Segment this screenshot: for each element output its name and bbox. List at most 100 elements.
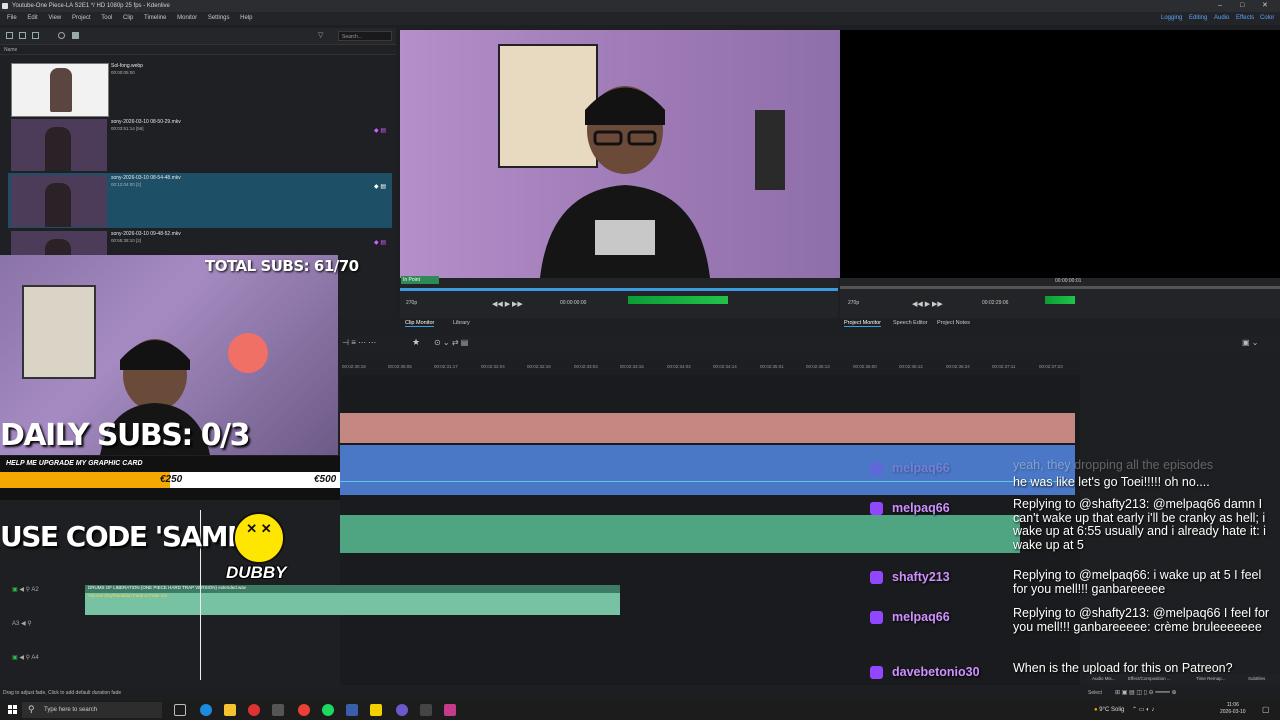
workspace-audio[interactable]: Audio	[1214, 12, 1229, 25]
audio-clip-label: DRUMS OF LIBERATION (ONE PIECE HARD TRAP…	[88, 585, 247, 590]
bin-clip-item-selected[interactable]: sony-2026-03-10 08-54-48.mkv 00:12:04:00…	[8, 173, 392, 228]
track-header-a4[interactable]: ▣ ◀ ⚲ A4	[12, 654, 39, 661]
add-clip-icon[interactable]	[32, 32, 39, 39]
menu-project[interactable]: Project	[72, 15, 91, 21]
notification-icon[interactable]: ▢	[1262, 705, 1270, 714]
menu-file[interactable]: File	[7, 15, 17, 21]
tab-effect-composition[interactable]: Effect/Composition ...	[1128, 674, 1171, 684]
clip-name: sony-2026-03-10 08-50-29.mkv	[111, 119, 181, 125]
app-icon[interactable]	[420, 704, 432, 716]
snap-icon[interactable]: ⊙ ⌄ ⇄ ▤	[434, 338, 468, 347]
bottom-dock-tabs: Audio Mix... Effect/Composition ... Time…	[1086, 674, 1280, 684]
taskbar-search-input[interactable]: Type here to search	[22, 702, 162, 718]
tab-subtitles[interactable]: Subtitles	[1248, 674, 1265, 684]
tab-clip-monitor[interactable]: Clip Monitor	[405, 320, 435, 327]
menu-help[interactable]: Help	[240, 15, 252, 21]
clip-thumbnail	[11, 63, 109, 117]
project-monitor-ruler[interactable]	[840, 286, 1280, 289]
app-icon[interactable]	[444, 704, 456, 716]
menu-tool[interactable]: Tool	[101, 15, 112, 21]
menu-view[interactable]: View	[48, 15, 61, 21]
chat-overlay: yeah, they dropping all the episodes he …	[860, 455, 1280, 695]
tab-project-monitor[interactable]: Project Monitor	[844, 320, 881, 327]
timeline-menu-icon[interactable]: ▣ ⌄	[1242, 338, 1258, 347]
workspace-editing[interactable]: Editing	[1189, 12, 1207, 25]
kdenlive-icon[interactable]	[346, 704, 358, 716]
search-icon: ⚲	[28, 704, 35, 714]
obs-icon[interactable]	[396, 704, 408, 716]
project-monitor-ruler-time: 00:00:00:01	[1055, 278, 1082, 284]
edge-icon[interactable]	[200, 704, 212, 716]
timeline-tools-icon[interactable]: ⊣ ≡ ⋯ ⋯	[342, 338, 376, 347]
clip-name: sony-2026-03-10 08-54-48.mkv	[111, 175, 181, 181]
chat-message: Replying to @shafty213: @melpaq66 damn I…	[1013, 497, 1266, 552]
track-header-a3[interactable]: A3 ◀ ⚲	[12, 620, 32, 627]
clip-monitor-timecode[interactable]: 00:00:00:00	[560, 300, 586, 306]
taskbar-clock[interactable]: 11:06 2026-03-10	[1220, 702, 1246, 716]
menu-clip[interactable]: Clip	[123, 15, 133, 21]
timeline-ruler[interactable]: 00:02:30:18 00:02:35:05 00:02:31:17 00:0…	[340, 362, 1080, 374]
clip-monitor-video[interactable]	[400, 30, 840, 278]
menu-edit[interactable]: Edit	[27, 15, 37, 21]
workspace-logging[interactable]: Logging	[1161, 12, 1182, 25]
bin-clip-item[interactable]: sony-2026-03-10 08-50-29.mkv 00:03:51:14…	[8, 117, 392, 172]
clip-marker-icon: ◆ ▤	[374, 184, 386, 190]
play-button[interactable]: ◀◀ ▶ ▶▶	[492, 300, 523, 308]
tab-time-remap[interactable]: Time Remap...	[1196, 674, 1225, 684]
new-folder-icon[interactable]	[6, 32, 13, 39]
notes-icon[interactable]	[370, 704, 382, 716]
tab-audio-mixer[interactable]: Audio Mix...	[1092, 674, 1116, 684]
project-monitor-video[interactable]	[840, 30, 1280, 278]
audio-level-meter	[628, 296, 728, 304]
zoom-controls-icon[interactable]: ⊞ ▣ ▤ ◫ ▯ ⊖ ━━━━ ⊕	[1115, 687, 1177, 699]
menu-timeline[interactable]: Timeline	[144, 15, 166, 21]
ruler-tick: 00:02:33:15	[620, 364, 644, 369]
tab-library[interactable]: Library	[453, 320, 470, 326]
bin-clip-item[interactable]: Sol-fong.webp 00:00:05:00	[8, 61, 392, 117]
bin-search-input[interactable]: Search...	[338, 31, 392, 41]
clip-monitor-zoom[interactable]: 270p	[406, 300, 417, 306]
spotify-icon[interactable]	[322, 704, 334, 716]
minimize-button[interactable]: –	[1218, 0, 1222, 12]
app-icon[interactable]	[272, 704, 284, 716]
straw-hat-decoration	[228, 333, 268, 373]
project-monitor-zoom[interactable]: 270p	[848, 300, 859, 306]
project-play-button[interactable]: ◀◀ ▶ ▶▶	[912, 300, 943, 308]
tab-speech-editor[interactable]: Speech Editor	[893, 320, 928, 326]
twitch-icon	[870, 571, 883, 584]
status-bar: Drag to adjust fade, Click to add defaul…	[0, 687, 1280, 699]
filter-icon[interactable]: ▽	[318, 31, 323, 39]
select-tool-button[interactable]: Select	[1088, 687, 1102, 699]
ruler-tick: 00:02:35:13	[806, 364, 830, 369]
project-monitor-timecode[interactable]: 00:02:29:06	[982, 300, 1008, 306]
windows-start-icon[interactable]	[8, 705, 18, 715]
menu-icon[interactable]	[72, 32, 79, 39]
browser-icon[interactable]	[298, 704, 310, 716]
clip-thumbnail	[11, 119, 107, 171]
workspace-color[interactable]: Color	[1260, 12, 1274, 25]
goal-title: HELP ME UPGRADE MY GRAPHIC CARD	[6, 460, 143, 467]
bin-column-header[interactable]: Name	[0, 45, 396, 55]
task-view-icon[interactable]	[174, 704, 186, 716]
list-view-icon[interactable]	[19, 32, 26, 39]
menu-settings[interactable]: Settings	[208, 15, 230, 21]
tab-project-notes[interactable]: Project Notes	[937, 320, 970, 326]
menu-monitor[interactable]: Monitor	[177, 15, 197, 21]
maximize-button[interactable]: □	[1240, 0, 1244, 12]
tray-icons[interactable]: ⌃ ▭ ◐ ♪	[1132, 707, 1154, 713]
ruler-tick: 00:02:37:11	[992, 364, 1016, 369]
chat-username: shafty213	[892, 570, 950, 584]
ruler-tick: 00:02:31:17	[434, 364, 458, 369]
workspace-effects[interactable]: Effects	[1236, 12, 1254, 25]
file-explorer-icon[interactable]	[224, 704, 236, 716]
total-subs-counter: TOTAL SUBS: 61/70	[205, 257, 359, 275]
ruler-tick: 00:02:30:18	[342, 364, 366, 369]
weather-text[interactable]: 9°C Solig	[1099, 707, 1124, 713]
tag-icon[interactable]	[58, 32, 65, 39]
chrome-icon[interactable]	[248, 704, 260, 716]
video-clip-salmon[interactable]	[340, 413, 1075, 443]
favorite-star-icon[interactable]: ★	[412, 337, 420, 348]
close-button[interactable]: ✕	[1262, 0, 1268, 12]
track-header-a2[interactable]: ▣ ◀ ⚲ A2	[12, 586, 39, 593]
clip-monitor-ruler[interactable]	[400, 288, 838, 291]
